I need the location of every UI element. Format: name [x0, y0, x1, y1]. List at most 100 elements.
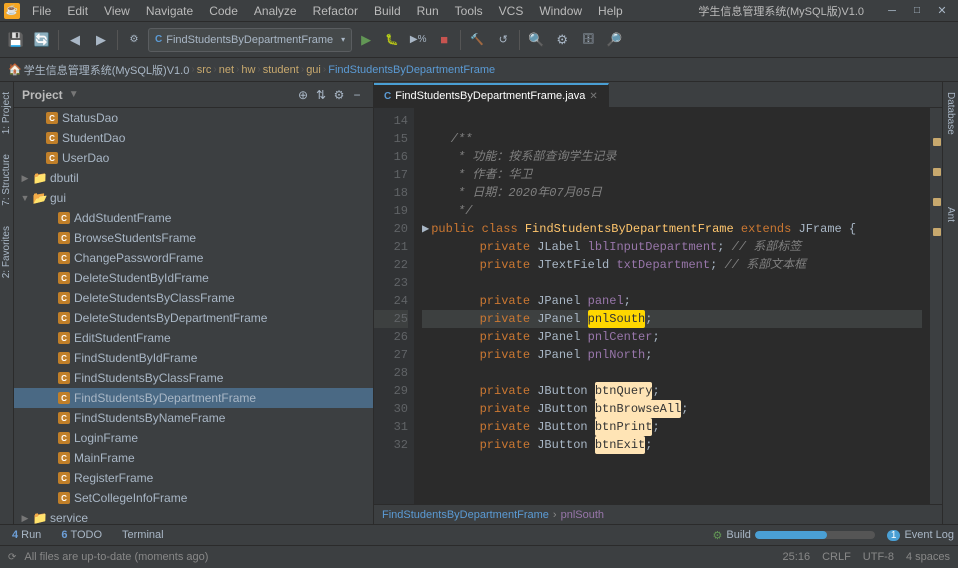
breadcrumb-sep-4: ›	[257, 64, 260, 75]
search2-button[interactable]: 🔎	[602, 28, 626, 52]
tree-item-editstudentframe[interactable]: C EditStudentFrame	[14, 328, 373, 348]
breadcrumb-hw[interactable]: hw	[241, 64, 255, 76]
tree-item-changepasswordframe[interactable]: C ChangePasswordFrame	[14, 248, 373, 268]
menu-file[interactable]: File	[24, 2, 59, 20]
tree-item-findstudentsbyclassframe[interactable]: C FindStudentsByClassFrame	[14, 368, 373, 388]
tree-item-registerframe[interactable]: C RegisterFrame	[14, 468, 373, 488]
database-button[interactable]: 🗄	[576, 28, 600, 52]
menu-refactor[interactable]: Refactor	[305, 2, 366, 20]
status-tab-terminal[interactable]: Terminal	[114, 527, 172, 543]
breadcrumb-class[interactable]: FindStudentsByDepartmentFrame	[328, 64, 495, 76]
sidebar-tab-structure[interactable]: 7: Structure	[0, 148, 13, 212]
tree-item-deletestudentbyidframe[interactable]: C DeleteStudentByIdFrame	[14, 268, 373, 288]
code-line-30: private JButton btnBrowseAll;	[422, 400, 922, 418]
panel-settings-btn[interactable]: ⚙	[331, 87, 347, 103]
sync-button[interactable]: 🔄	[30, 28, 54, 52]
sidebar-tab-favorites[interactable]: 2: Favorites	[0, 220, 13, 284]
menu-analyze[interactable]: Analyze	[246, 2, 305, 20]
menu-help[interactable]: Help	[590, 2, 631, 20]
tree-item-mainframe[interactable]: C MainFrame	[14, 448, 373, 468]
cursor-position[interactable]: 25:16	[783, 551, 811, 563]
breadcrumb-sep-1: ›	[191, 64, 194, 75]
menu-navigate[interactable]: Navigate	[138, 2, 201, 20]
tree-item-findstudentbyidframe[interactable]: C FindStudentByIdFrame	[14, 348, 373, 368]
tree-arrow	[42, 451, 56, 465]
breadcrumb-bottom-class[interactable]: FindStudentsByDepartmentFrame	[382, 509, 549, 521]
breadcrumb-sep-6: ›	[323, 64, 326, 75]
menu-vcs[interactable]: VCS	[491, 2, 532, 20]
tree-label: DeleteStudentByIdFrame	[74, 271, 209, 285]
class-icon: C	[44, 111, 60, 125]
back-button[interactable]: ◀	[63, 28, 87, 52]
encoding: UTF-8	[863, 551, 894, 563]
code-line-23	[422, 274, 922, 292]
menu-run[interactable]: Run	[409, 2, 447, 20]
breadcrumb-sep-5: ›	[301, 64, 304, 75]
menu-view[interactable]: View	[96, 2, 138, 20]
breadcrumb-net[interactable]: net	[219, 64, 234, 76]
minimize-button[interactable]: ─	[880, 0, 904, 23]
scroll-marker-4	[933, 228, 941, 236]
tree-item-statusdao[interactable]: C StatusDao	[14, 108, 373, 128]
search-button[interactable]: 🔍	[524, 28, 548, 52]
panel-add-btn[interactable]: ⊕	[295, 87, 311, 103]
run-config-button[interactable]: ⚙	[122, 28, 146, 52]
tree-arrow	[42, 311, 56, 325]
tree-item-findstudentsbydepartmentframe[interactable]: C FindStudentsByDepartmentFrame	[14, 388, 373, 408]
tree-item-userdao[interactable]: C UserDao	[14, 148, 373, 168]
panel-title: Project	[22, 88, 63, 102]
menu-code[interactable]: Code	[201, 2, 246, 20]
tree-item-loginframe[interactable]: C LoginFrame	[14, 428, 373, 448]
breadcrumb-bottom-field[interactable]: pnlSouth	[561, 509, 604, 521]
breadcrumb-app[interactable]: 学生信息管理系统(MySQL版)V1.0	[24, 62, 190, 78]
forward-button[interactable]: ▶	[89, 28, 113, 52]
tree-arrow	[42, 211, 56, 225]
close-button[interactable]: ✕	[930, 0, 954, 23]
status-tab-todo[interactable]: 6 TODO	[53, 527, 110, 543]
tree-label: FindStudentByIdFrame	[74, 351, 197, 365]
breadcrumb-student[interactable]: student	[263, 64, 299, 76]
editor-tab-main[interactable]: C FindStudentsByDepartmentFrame.java ✕	[374, 83, 609, 107]
menu-build[interactable]: Build	[366, 2, 409, 20]
tree-item-addstudentframe[interactable]: C AddStudentFrame	[14, 208, 373, 228]
panel-scroll-btn[interactable]: ⇅	[313, 87, 329, 103]
tree-item-browsestudentsframe[interactable]: C BrowseStudentsFrame	[14, 228, 373, 248]
maximize-button[interactable]: □	[905, 0, 929, 23]
tree-item-studentdao[interactable]: C StudentDao	[14, 128, 373, 148]
stop-button[interactable]: ■	[432, 28, 456, 52]
editor-area: C FindStudentsByDepartmentFrame.java ✕ 1…	[374, 82, 942, 524]
menu-edit[interactable]: Edit	[59, 2, 96, 20]
sidebar-tab-project[interactable]: 1: Project	[0, 86, 13, 140]
reload-button[interactable]: ↺	[491, 28, 515, 52]
event-log-label[interactable]: Event Log	[904, 529, 954, 541]
tree-item-service[interactable]: ▶ 📁 service	[14, 508, 373, 524]
tree-label-gui: gui	[50, 191, 66, 205]
status-tab-run[interactable]: 4 Run	[4, 527, 49, 543]
run-config-dropdown[interactable]: C FindStudentsByDepartmentFrame ▾	[148, 28, 352, 52]
breadcrumb-src[interactable]: src	[197, 64, 212, 76]
breadcrumb-sep-2: ›	[213, 64, 216, 75]
tree-item-setcollegeinfoframe[interactable]: C SetCollegeInfoFrame	[14, 488, 373, 508]
save-all-button[interactable]: 💾	[4, 28, 28, 52]
settings-button[interactable]: ⚙	[550, 28, 574, 52]
build-button[interactable]: 🔨	[465, 28, 489, 52]
right-tab-database[interactable]: Database	[944, 86, 957, 141]
tree-item-dbutil[interactable]: ▶ 📁 dbutil	[14, 168, 373, 188]
indent[interactable]: 4 spaces	[906, 551, 950, 563]
tree-arrow	[42, 431, 56, 445]
menu-tools[interactable]: Tools	[447, 2, 491, 20]
breadcrumb-root[interactable]: 🏠	[8, 63, 22, 76]
right-tab-ant[interactable]: Ant	[944, 201, 957, 228]
run-button[interactable]: ▶	[354, 28, 378, 52]
tree-item-findstudentsbynameframe[interactable]: C FindStudentsByNameFrame	[14, 408, 373, 428]
code-content[interactable]: /** * 功能：按系部查询学生记录 * 作者：华卫 * 日期：2020年07月…	[414, 108, 930, 504]
tree-item-deletestudentsbyclassframe[interactable]: C DeleteStudentsByClassFrame	[14, 288, 373, 308]
breadcrumb-gui[interactable]: gui	[306, 64, 321, 76]
panel-minimize-btn[interactable]: −	[349, 87, 365, 103]
run-coverage-button[interactable]: ▶%	[406, 28, 430, 52]
debug-button[interactable]: 🐛	[380, 28, 404, 52]
tab-close-button[interactable]: ✕	[589, 91, 597, 102]
menu-window[interactable]: Window	[531, 2, 590, 20]
tree-item-gui[interactable]: ▼ 📂 gui	[14, 188, 373, 208]
tree-item-deletestudentsbydepartmentframe[interactable]: C DeleteStudentsByDepartmentFrame	[14, 308, 373, 328]
